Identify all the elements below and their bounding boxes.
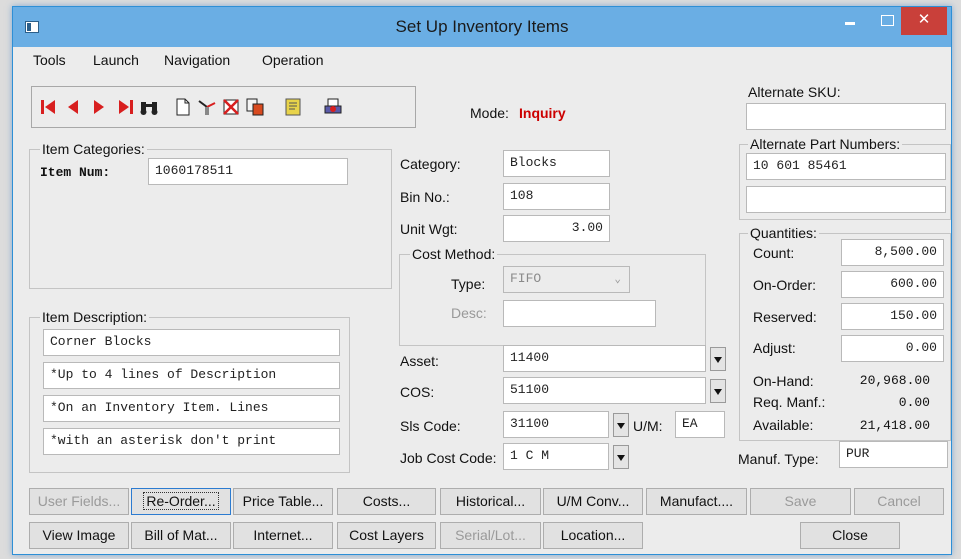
cost-type-select[interactable]: FIFO ⌄ bbox=[503, 266, 630, 293]
user-fields-button[interactable]: User Fields... bbox=[29, 488, 129, 515]
print-icon[interactable] bbox=[322, 96, 344, 118]
costs-button[interactable]: Costs... bbox=[337, 488, 436, 515]
quantities-label: Quantities: bbox=[748, 225, 819, 241]
mode-value: Inquiry bbox=[519, 105, 566, 121]
description-line-3[interactable]: *On an Inventory Item. Lines bbox=[43, 395, 340, 422]
available-label: Available: bbox=[753, 417, 814, 433]
alternate-parts-label: Alternate Part Numbers: bbox=[748, 136, 903, 152]
sls-code-dropdown-button[interactable] bbox=[613, 413, 629, 437]
count-label: Count: bbox=[753, 245, 795, 261]
cost-method-label: Cost Method: bbox=[410, 246, 498, 262]
cos-label: COS: bbox=[400, 384, 435, 400]
new-document-icon[interactable] bbox=[172, 96, 194, 118]
menu-bar: Tools Launch Navigation Operation bbox=[13, 49, 951, 71]
cost-layers-button[interactable]: Cost Layers bbox=[337, 522, 436, 549]
description-line-1[interactable]: Corner Blocks bbox=[43, 329, 340, 356]
bin-label: Bin No.: bbox=[400, 189, 450, 205]
bill-of-materials-button[interactable]: Bill of Mat... bbox=[131, 522, 231, 549]
asset-label: Asset: bbox=[400, 353, 439, 369]
cancel-button[interactable]: Cancel bbox=[854, 488, 944, 515]
alternate-sku-label: Alternate SKU: bbox=[748, 84, 841, 100]
unit-wgt-field[interactable]: 3.00 bbox=[503, 215, 610, 242]
asset-dropdown-button[interactable] bbox=[710, 347, 726, 371]
location-button[interactable]: Location... bbox=[543, 522, 643, 549]
item-description-label: Item Description: bbox=[40, 309, 150, 325]
previous-record-icon[interactable] bbox=[62, 96, 84, 118]
menu-launch[interactable]: Launch bbox=[93, 52, 139, 68]
find-binoculars-icon[interactable] bbox=[138, 96, 160, 118]
close-button[interactable]: Close bbox=[800, 522, 900, 549]
window-title: Set Up Inventory Items bbox=[395, 17, 569, 36]
inventory-window: Set Up Inventory Items ✕ Tools Launch Na… bbox=[12, 6, 952, 555]
menu-tools[interactable]: Tools bbox=[33, 52, 66, 68]
alternate-part-field-2[interactable] bbox=[746, 186, 946, 213]
last-record-icon[interactable] bbox=[114, 96, 136, 118]
um-conv-button[interactable]: U/M Conv... bbox=[543, 488, 643, 515]
um-field[interactable]: EA bbox=[675, 411, 725, 438]
available-value: 21,418.00 bbox=[859, 418, 930, 433]
cost-desc-label: Desc: bbox=[451, 305, 487, 321]
req-manf-value: 0.00 bbox=[898, 395, 930, 410]
category-field[interactable]: Blocks bbox=[503, 150, 610, 177]
manuf-type-field[interactable]: PUR bbox=[839, 441, 948, 468]
title-bar: Set Up Inventory Items ✕ bbox=[13, 7, 951, 47]
on-order-label: On-Order: bbox=[753, 277, 817, 293]
next-record-icon[interactable] bbox=[88, 96, 110, 118]
description-line-4[interactable]: *with an asterisk don't print bbox=[43, 428, 340, 455]
description-line-2[interactable]: *Up to 4 lines of Description bbox=[43, 362, 340, 389]
on-hand-label: On-Hand: bbox=[753, 373, 814, 389]
clear-icon[interactable] bbox=[196, 96, 218, 118]
sls-code-field[interactable]: 31100 bbox=[503, 411, 609, 438]
historical-button[interactable]: Historical... bbox=[440, 488, 541, 515]
record-toolbar bbox=[31, 86, 416, 128]
category-label: Category: bbox=[400, 156, 461, 172]
internet-button[interactable]: Internet... bbox=[233, 522, 333, 549]
asset-field[interactable]: 11400 bbox=[503, 345, 706, 372]
item-categories-label: Item Categories: bbox=[40, 141, 147, 157]
serial-lot-button[interactable]: Serial/Lot... bbox=[440, 522, 541, 549]
reserved-field[interactable]: 150.00 bbox=[841, 303, 944, 330]
mode-label: Mode: bbox=[470, 105, 509, 121]
manuf-type-label: Manuf. Type: bbox=[738, 451, 819, 467]
copy-icon[interactable] bbox=[244, 96, 266, 118]
close-window-button[interactable]: ✕ bbox=[901, 7, 947, 35]
unit-wgt-label: Unit Wgt: bbox=[400, 221, 458, 237]
job-cost-dropdown-button[interactable] bbox=[613, 445, 629, 469]
item-num-field[interactable]: 1060178511 bbox=[148, 158, 348, 185]
save-button[interactable]: Save bbox=[750, 488, 851, 515]
alternate-sku-field[interactable] bbox=[746, 103, 946, 130]
cost-desc-field[interactable] bbox=[503, 300, 656, 327]
price-table-button[interactable]: Price Table... bbox=[233, 488, 333, 515]
cost-type-label: Type: bbox=[451, 276, 486, 292]
notes-icon[interactable] bbox=[282, 96, 304, 118]
bin-field[interactable]: 108 bbox=[503, 183, 610, 210]
adjust-field[interactable]: 0.00 bbox=[841, 335, 944, 362]
re-order-button[interactable]: Re-Order... bbox=[131, 488, 231, 515]
reserved-label: Reserved: bbox=[753, 309, 817, 325]
manufact-button[interactable]: Manufact.... bbox=[646, 488, 747, 515]
cos-dropdown-button[interactable] bbox=[710, 379, 726, 403]
menu-navigation[interactable]: Navigation bbox=[164, 52, 230, 68]
menu-operation[interactable]: Operation bbox=[262, 52, 323, 68]
cos-field[interactable]: 51100 bbox=[503, 377, 706, 404]
chevron-down-icon: ⌄ bbox=[614, 274, 621, 286]
um-label: U/M: bbox=[633, 418, 663, 434]
job-cost-field[interactable]: 1 C M bbox=[503, 443, 609, 470]
on-hand-value: 20,968.00 bbox=[859, 373, 930, 388]
count-field[interactable]: 8,500.00 bbox=[841, 239, 944, 266]
sls-code-label: Sls Code: bbox=[400, 418, 461, 434]
view-image-button[interactable]: View Image bbox=[29, 522, 129, 549]
on-order-field[interactable]: 600.00 bbox=[841, 271, 944, 298]
job-cost-label: Job Cost Code: bbox=[400, 450, 497, 466]
adjust-label: Adjust: bbox=[753, 340, 796, 356]
item-num-label: Item Num: bbox=[40, 165, 111, 180]
delete-icon[interactable] bbox=[220, 96, 242, 118]
first-record-icon[interactable] bbox=[38, 96, 60, 118]
alternate-part-field-1[interactable]: 10 601 85461 bbox=[746, 153, 946, 180]
